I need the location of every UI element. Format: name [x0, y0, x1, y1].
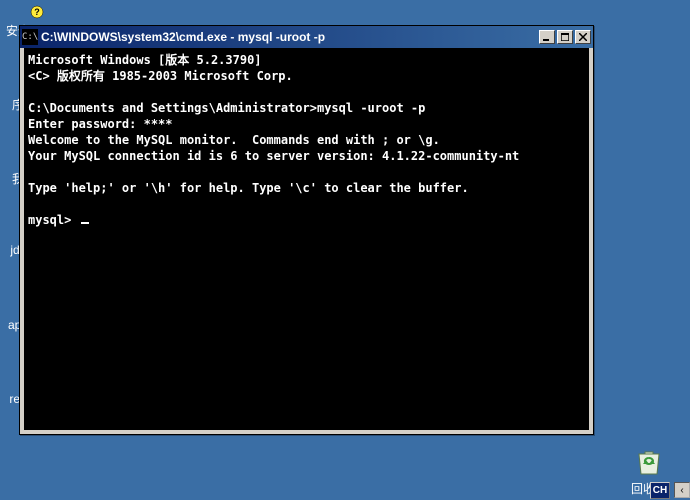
system-tray: CH ‹ [650, 480, 690, 500]
maximize-button[interactable] [557, 30, 573, 44]
cursor [81, 222, 89, 224]
console-line: Microsoft Windows [版本 5.2.3790] [28, 53, 262, 67]
recycle-bin-icon [633, 446, 665, 478]
console-line: Type 'help;' or '\h' for help. Type '\c'… [28, 181, 469, 195]
console-output[interactable]: Microsoft Windows [版本 5.2.3790] <C> 版权所有… [24, 48, 589, 430]
cmd-window: C:\ C:\WINDOWS\system32\cmd.exe - mysql … [19, 25, 594, 435]
console-line: C:\Documents and Settings\Administrator>… [28, 101, 425, 115]
tray-expand-button[interactable]: ‹ [674, 482, 690, 498]
console-line: Enter password: **** [28, 117, 173, 131]
window-controls [537, 30, 591, 44]
console-line: Your MySQL connection id is 6 to server … [28, 149, 519, 163]
close-button[interactable] [575, 30, 591, 44]
help-icon: ? [30, 5, 44, 19]
minimize-button[interactable] [539, 30, 555, 44]
titlebar[interactable]: C:\ C:\WINDOWS\system32\cmd.exe - mysql … [20, 26, 593, 48]
ime-indicator[interactable]: CH [650, 482, 670, 499]
console-line: Welcome to the MySQL monitor. Commands e… [28, 133, 440, 147]
cmd-icon: C:\ [22, 29, 38, 45]
console-line: <C> 版权所有 1985-2003 Microsoft Corp. [28, 69, 293, 83]
svg-text:?: ? [34, 7, 40, 17]
console-prompt: mysql> [28, 213, 79, 227]
window-title: C:\WINDOWS\system32\cmd.exe - mysql -uro… [41, 30, 537, 44]
